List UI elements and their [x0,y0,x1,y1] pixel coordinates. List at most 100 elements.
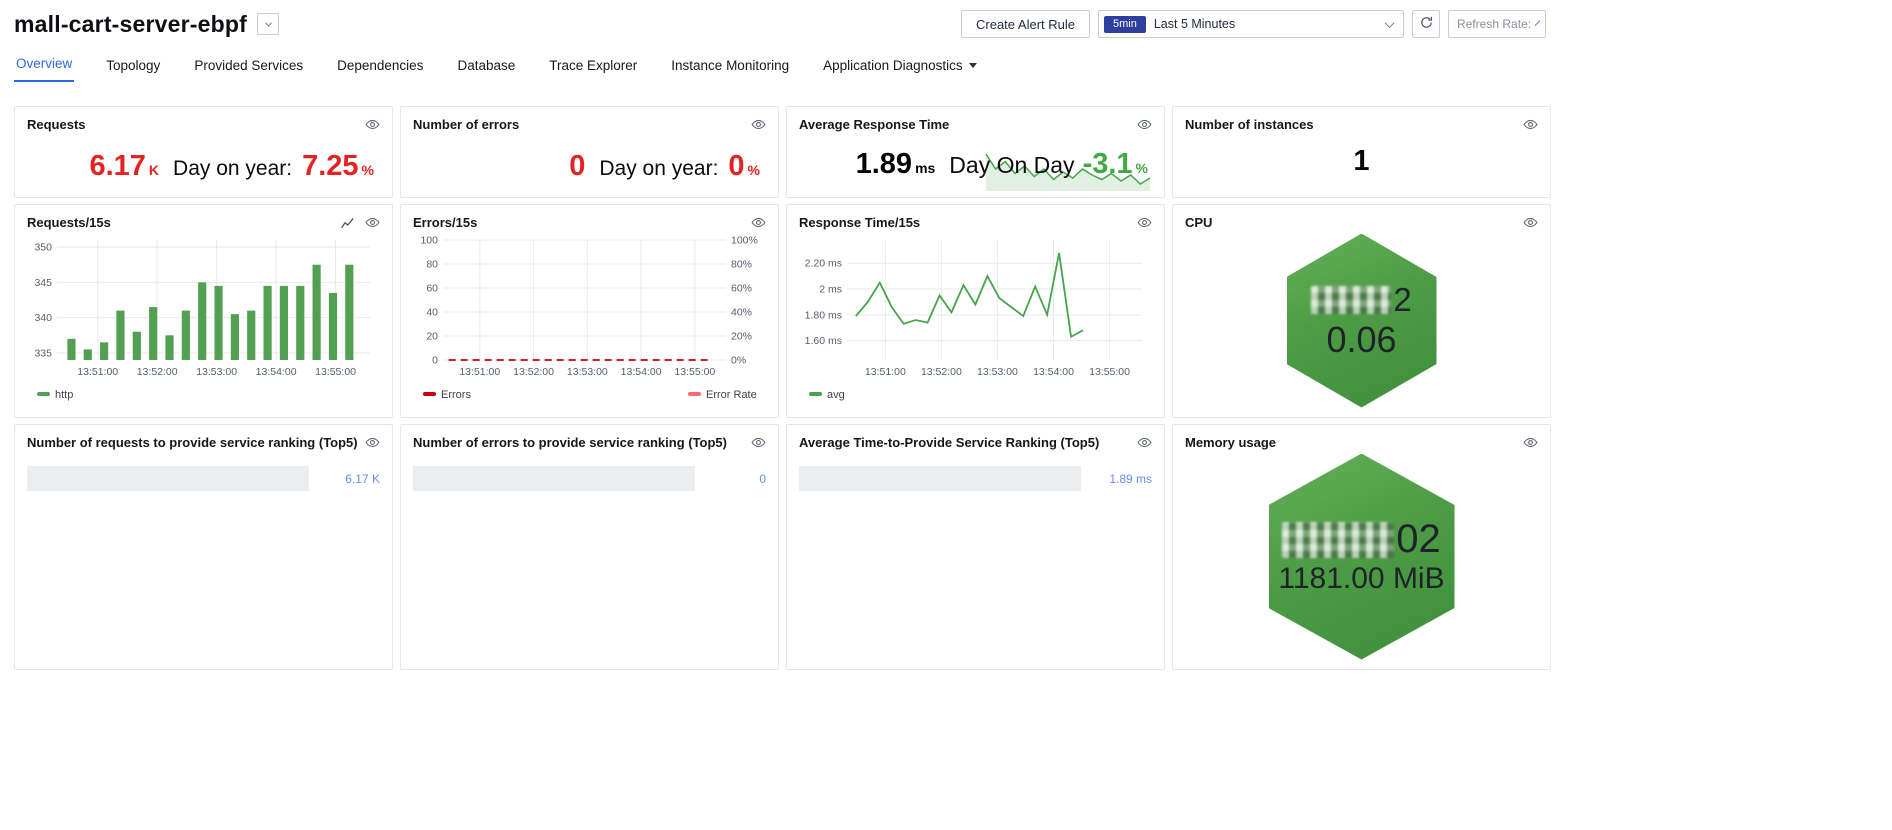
refresh-icon [1419,15,1434,33]
visibility-icon[interactable] [751,435,766,450]
memory-usage-value: 1181.00 MiB [1278,562,1444,596]
page-title: mall-cart-server-ebpf [14,11,247,38]
svg-text:80: 80 [426,259,438,271]
svg-text:350: 350 [34,242,52,254]
visibility-icon[interactable] [1137,215,1152,230]
response-time-value: 1.89ms [856,148,936,181]
svg-text:13:51:00: 13:51:00 [459,366,500,378]
tab-provided-services[interactable]: Provided Services [192,58,305,82]
service-switcher-button[interactable] [257,13,279,35]
requests-compare-value: 7.25% [302,150,374,183]
refresh-rate-select[interactable]: Refresh Rate: [1448,10,1546,38]
errors-compare-value: 0% [728,150,760,183]
chevron-down-icon [1535,20,1541,26]
errors-15s-chart: 00%2020%4040%6060%8080%100100%13:51:0013… [413,232,766,415]
card-title: Memory usage [1185,435,1276,450]
visibility-icon[interactable] [1137,117,1152,132]
visibility-icon[interactable] [1137,435,1152,450]
svg-text:http: http [55,389,73,401]
tab-database[interactable]: Database [455,58,517,82]
card-cpu: CPU 2 0.06 [1172,204,1551,418]
card-title: Requests/15s [27,215,111,230]
svg-text:1.60 ms: 1.60 ms [805,335,842,347]
svg-text:60%: 60% [731,283,752,295]
svg-text:40%: 40% [731,307,752,319]
time-range-select[interactable]: 5min Last 5 Minutes [1098,10,1404,38]
tab-trace-explorer[interactable]: Trace Explorer [547,58,639,82]
card-title: Errors/15s [413,215,477,230]
card-average-response-time: Average Response Time 1.89ms Day On Day … [786,106,1165,198]
card-title: Number of errors to provide service rank… [413,435,727,450]
card-grid: Requests 6.17K Day on year: 7.25% Number… [14,106,1546,670]
card-errors-15s: Errors/15s 00%2020%4040%6060%8080%100100… [400,204,779,418]
visibility-icon[interactable] [1523,117,1538,132]
tab-instance-monitoring[interactable]: Instance Monitoring [669,58,791,82]
svg-text:Errors: Errors [441,389,471,401]
svg-text:13:51:00: 13:51:00 [77,366,118,378]
visibility-icon[interactable] [1523,435,1538,450]
requests-value: 6.17K [89,150,159,183]
svg-text:20%: 20% [731,331,752,343]
visibility-icon[interactable] [365,435,380,450]
card-response-time-15s: Response Time/15s 1.60 ms 1.80 ms 2 ms 2.20… [786,204,1165,418]
card-requests-15s: Requests/15s 33534034535013:51:0013:52:0… [14,204,393,418]
card-number-of-errors: Number of errors 0 Day on year: 0% [400,106,779,198]
svg-text:13:55:00: 13:55:00 [315,366,356,378]
svg-text:13:55:00: 13:55:00 [674,366,715,378]
card-requests: Requests 6.17K Day on year: 7.25% [14,106,393,198]
rank-bar [27,466,309,491]
card-title: Response Time/15s [799,215,920,230]
rank-value: 0 [759,472,766,486]
svg-text:100%: 100% [731,235,758,247]
visibility-icon[interactable] [365,215,380,230]
apm-overview-page: mall-cart-server-ebpf Create Alert Rule … [0,0,1546,670]
tab-application-diagnostics[interactable]: Application Diagnostics [821,58,979,82]
svg-text:60: 60 [426,283,438,295]
errors-value: 0 [569,150,585,183]
card-rank-requests: Number of requests to provide service ra… [14,424,393,670]
card-rank-response-time: Average Time-to-Provide Service Ranking … [786,424,1165,670]
svg-text:2 ms: 2 ms [819,284,842,296]
svg-text:20: 20 [426,331,438,343]
svg-text:345: 345 [34,277,52,289]
refresh-button[interactable] [1412,10,1440,38]
tab-topology[interactable]: Topology [104,58,162,82]
card-title: Number of requests to provide service ra… [27,435,358,450]
card-rank-errors: Number of errors to provide service rank… [400,424,779,670]
svg-text:335: 335 [34,347,52,359]
memory-hexagon: 02 1181.00 MiB [1269,454,1455,660]
card-memory-usage: Memory usage 02 1181.00 MiB [1172,424,1551,670]
cpu-usage-value: 0.06 [1326,319,1396,361]
svg-text:13:54:00: 13:54:00 [621,366,662,378]
card-number-of-instances: Number of instances 1 [1172,106,1551,198]
visibility-icon[interactable] [1523,215,1538,230]
create-alert-rule-button[interactable]: Create Alert Rule [961,10,1090,38]
svg-text:0: 0 [432,355,438,367]
redacted-value [1282,522,1394,558]
tab-overview[interactable]: Overview [14,56,74,82]
visibility-icon[interactable] [365,117,380,132]
rank-row: 1.89 ms [799,466,1152,491]
rank-row: 0 [413,466,766,491]
visibility-icon[interactable] [751,117,766,132]
svg-text:40: 40 [426,307,438,319]
svg-text:1.80 ms: 1.80 ms [805,309,842,321]
response-time-15s-chart: 1.60 ms1.80 ms2 ms2.20 ms13:51:0013:52:0… [799,232,1152,415]
tab-dependencies[interactable]: Dependencies [335,58,425,82]
svg-text:13:52:00: 13:52:00 [921,366,962,378]
time-range-label: Last 5 Minutes [1154,17,1235,31]
svg-text:13:52:00: 13:52:00 [137,366,178,378]
svg-text:13:53:00: 13:53:00 [196,366,237,378]
response-compare-value: -3.1% [1083,148,1148,181]
svg-text:2.20 ms: 2.20 ms [805,258,842,270]
rank-value: 1.89 ms [1109,472,1152,486]
time-range-badge: 5min [1104,16,1146,33]
tab-bar: Overview Topology Provided Services Depende… [14,56,1546,82]
card-title: Requests [27,117,86,132]
chart-type-icon[interactable] [340,215,355,230]
svg-text:0%: 0% [731,355,746,367]
svg-text:13:53:00: 13:53:00 [567,366,608,378]
visibility-icon[interactable] [751,215,766,230]
cpu-hexagon: 2 0.06 [1287,234,1437,408]
redacted-value [1311,286,1391,314]
